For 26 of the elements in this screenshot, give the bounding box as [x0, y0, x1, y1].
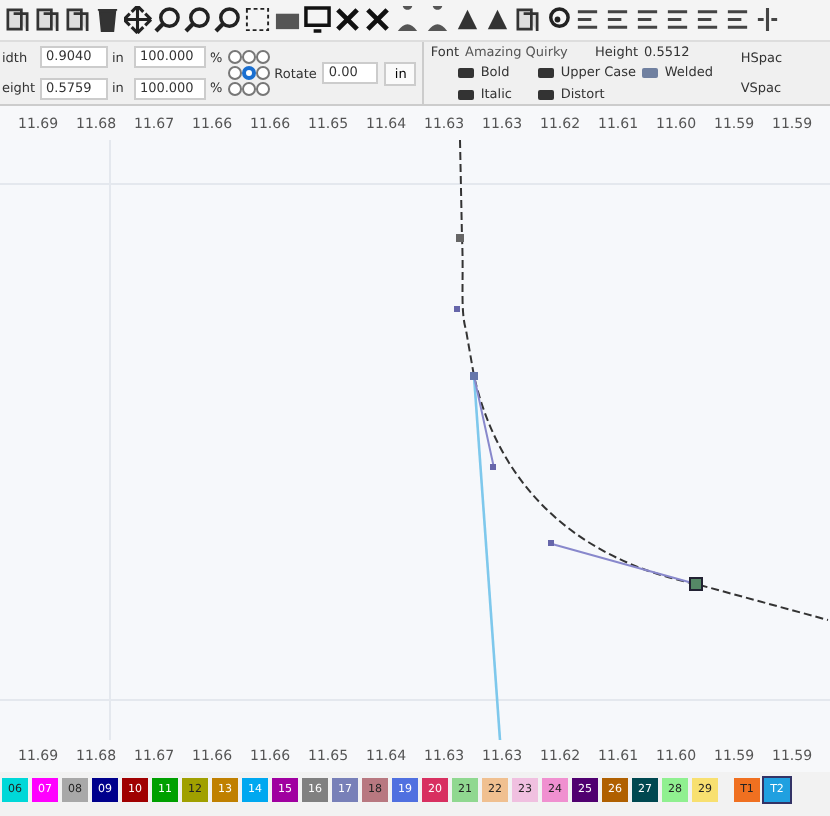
anchor-radio[interactable]: [256, 82, 271, 96]
align-icon[interactable]: [664, 6, 691, 34]
selection-icon[interactable]: [244, 6, 271, 34]
trash-icon[interactable]: [94, 6, 121, 34]
align-icon[interactable]: [724, 6, 751, 34]
align-icon[interactable]: [694, 6, 721, 34]
warning-icon[interactable]: [484, 6, 511, 34]
anchor-radio[interactable]: [242, 82, 257, 96]
triangle-icon[interactable]: [454, 6, 481, 34]
zoom-in-icon[interactable]: [154, 6, 181, 34]
anchor-radio[interactable]: [228, 82, 243, 96]
shape-icon[interactable]: [514, 6, 541, 34]
anchor-radio[interactable]: [256, 50, 271, 64]
align-icon[interactable]: [634, 6, 661, 34]
move-icon[interactable]: [124, 6, 151, 34]
zoom-out-icon[interactable]: [214, 6, 241, 34]
anchor-radio[interactable]: [228, 50, 243, 64]
anchor-radio[interactable]: [256, 66, 271, 80]
distribute-icon[interactable]: [754, 6, 781, 34]
target-icon[interactable]: [544, 6, 571, 34]
monitor-icon[interactable]: [304, 6, 331, 34]
copy-icon[interactable]: [4, 6, 31, 34]
anchor-radio[interactable]: [228, 66, 243, 80]
zoom-in-icon[interactable]: [184, 6, 211, 34]
anchor-radio[interactable]: [242, 50, 257, 64]
anchor-radio[interactable]: [242, 66, 257, 80]
